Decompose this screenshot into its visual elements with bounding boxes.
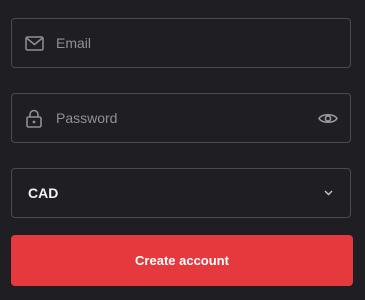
- password-input[interactable]: [56, 94, 317, 142]
- signup-form: CAD Create account: [0, 0, 365, 300]
- chevron-down-icon: [322, 187, 334, 199]
- lock-icon: [24, 108, 44, 128]
- mail-icon: [24, 33, 44, 53]
- eye-icon[interactable]: [317, 107, 339, 129]
- password-field[interactable]: [11, 93, 351, 143]
- email-field[interactable]: [11, 18, 351, 68]
- create-account-button[interactable]: Create account: [11, 235, 353, 286]
- email-input[interactable]: [56, 19, 350, 67]
- currency-select[interactable]: CAD: [11, 168, 351, 218]
- currency-value: CAD: [28, 185, 59, 201]
